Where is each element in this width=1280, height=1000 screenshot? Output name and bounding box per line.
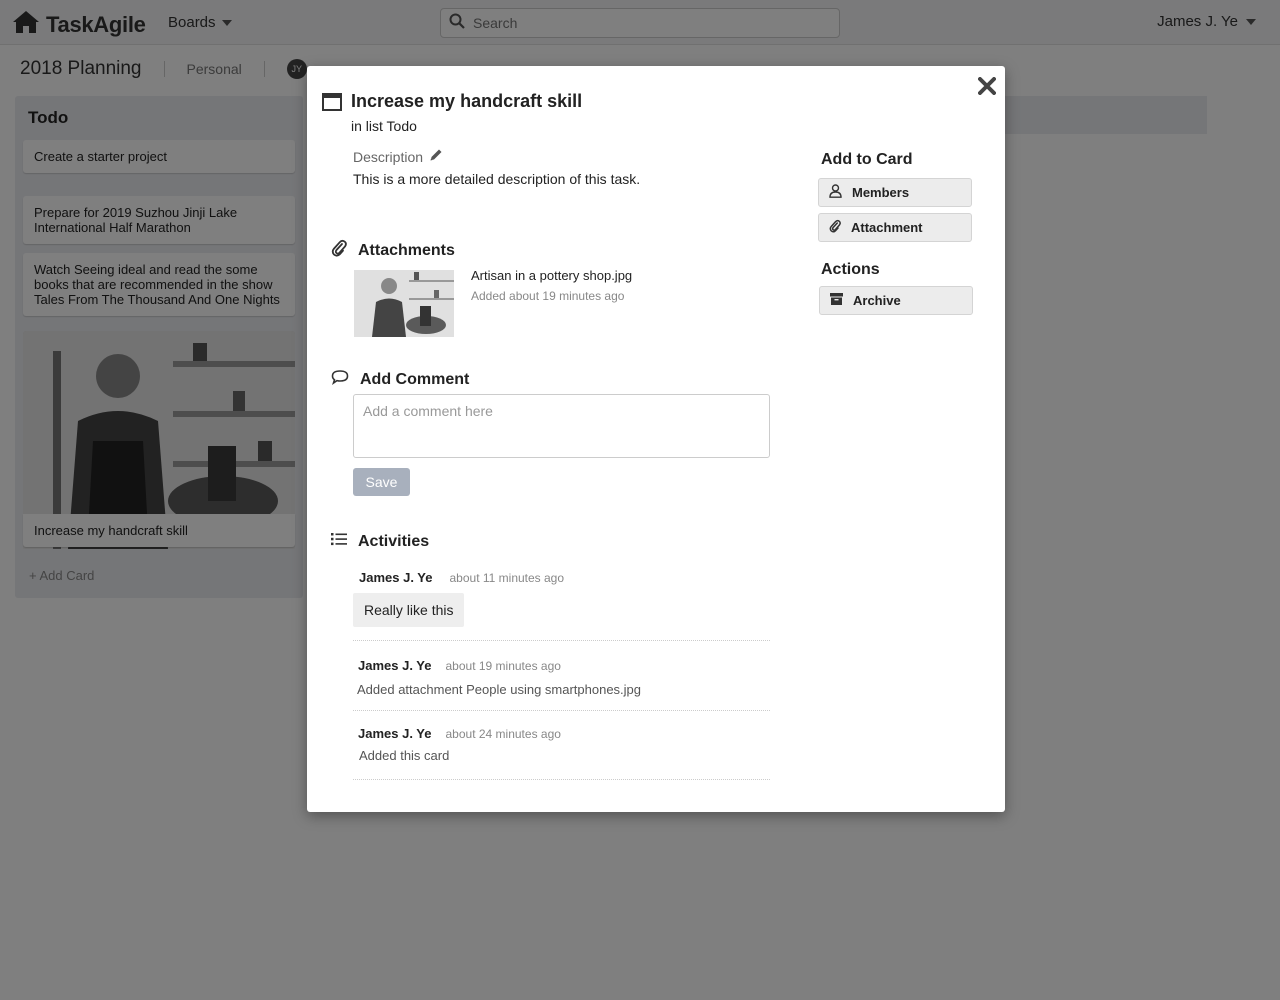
attachment-button[interactable]: Attachment	[818, 213, 972, 242]
activity-header: James J. Ye about 24 minutes ago	[358, 726, 561, 741]
close-icon	[978, 76, 996, 100]
user-icon	[829, 184, 842, 201]
activity-comment[interactable]: Really like this	[353, 593, 465, 627]
attachment-meta: Added about 19 minutes ago	[471, 289, 625, 303]
divider	[353, 710, 770, 711]
pencil-icon[interactable]	[429, 148, 443, 165]
description-label[interactable]: Description	[353, 148, 443, 165]
activity-time: about 11 minutes ago	[449, 571, 565, 585]
card-list-name: in list Todo	[351, 118, 417, 134]
activity-time: about 19 minutes ago	[445, 659, 561, 673]
description-text[interactable]: This is a more detailed description of t…	[353, 171, 640, 187]
attachments-heading: Attachments	[331, 239, 455, 262]
save-comment-button[interactable]: Save	[353, 468, 410, 496]
activities-heading-text: Activities	[358, 532, 430, 550]
close-button[interactable]	[975, 76, 999, 100]
activity-header: James J. Ye about 19 minutes ago	[358, 658, 561, 673]
attachment-button-label: Attachment	[851, 220, 923, 235]
add-comment-heading: Add Comment	[331, 369, 469, 390]
paperclip-icon	[829, 219, 841, 236]
actions-heading: Actions	[821, 261, 880, 278]
card-title[interactable]: Increase my handcraft skill	[351, 91, 582, 112]
card-icon	[322, 93, 342, 116]
card-detail-modal: Increase my handcraft skill in list Todo…	[307, 66, 1005, 812]
activities-heading: Activities	[331, 532, 429, 551]
list-icon	[331, 532, 347, 551]
members-button[interactable]: Members	[818, 178, 972, 207]
paperclip-icon	[331, 239, 347, 262]
divider	[353, 779, 770, 780]
activity-text: Added this card	[359, 748, 450, 763]
activity-header: James J. Ye about 11 minutes ago	[359, 570, 564, 585]
archive-icon	[830, 293, 843, 308]
members-button-label: Members	[852, 185, 910, 200]
activity-text: Added attachment People using smartphone…	[357, 682, 642, 697]
activity-user: James J. Ye	[359, 570, 433, 585]
comment-input[interactable]	[353, 394, 770, 458]
description-label-text: Description	[353, 148, 424, 165]
attachment-thumbnail[interactable]	[354, 270, 454, 337]
archive-button[interactable]: Archive	[819, 286, 973, 315]
add-comment-heading-text: Add Comment	[360, 370, 470, 388]
activity-user: James J. Ye	[358, 726, 432, 741]
activity-time: about 24 minutes ago	[445, 727, 561, 741]
activity-user: James J. Ye	[358, 658, 432, 673]
attachment-name[interactable]: Artisan in a pottery shop.jpg	[471, 268, 632, 283]
archive-button-label: Archive	[853, 293, 901, 308]
add-to-card-heading: Add to Card	[821, 151, 913, 168]
speech-bubble-icon	[331, 369, 349, 390]
attachments-heading-text: Attachments	[358, 241, 455, 259]
divider	[353, 640, 770, 641]
